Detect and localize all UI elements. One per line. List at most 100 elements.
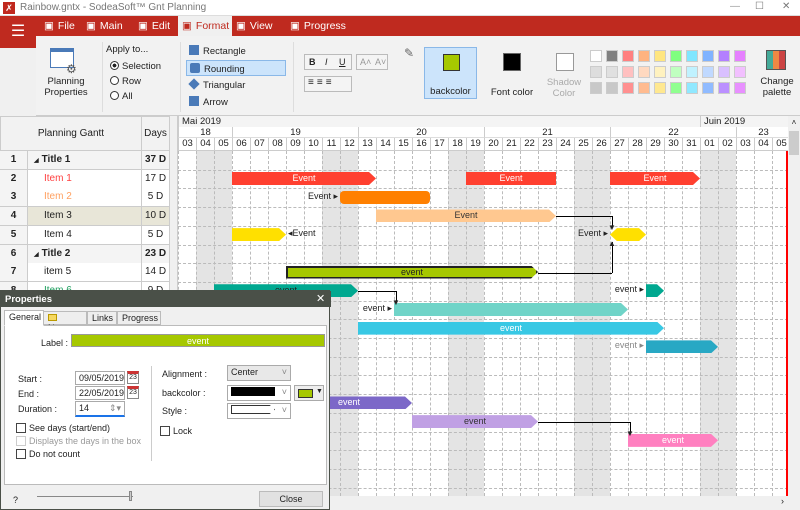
table-row[interactable]: 6 ◢ Title 2 23 D xyxy=(0,244,170,264)
palette-swatch[interactable] xyxy=(590,82,602,94)
palette-swatch[interactable] xyxy=(622,66,634,78)
task-bar[interactable] xyxy=(340,190,430,204)
calendar-icon[interactable]: 23 xyxy=(127,371,139,384)
grow-font-button[interactable]: A˄ xyxy=(360,57,371,67)
palette-swatch[interactable] xyxy=(590,66,602,78)
tab-format[interactable]: ▣ Format xyxy=(178,16,232,36)
palette-swatch[interactable] xyxy=(670,82,682,94)
palette-swatch[interactable] xyxy=(702,50,714,62)
close-window-button[interactable]: ✕ xyxy=(782,1,790,12)
tab-edit[interactable]: ▣ Edit xyxy=(134,16,176,36)
shape-rectangle-button[interactable]: Rectangle xyxy=(186,43,286,59)
link-line[interactable] xyxy=(556,216,612,218)
table-row[interactable]: 7 item 5 14 D xyxy=(0,263,170,283)
column-header-name[interactable]: Planning Gantt xyxy=(0,116,142,151)
palette-swatch[interactable] xyxy=(734,66,746,78)
bold-button[interactable]: B xyxy=(309,57,316,67)
task-bar[interactable]: event xyxy=(628,434,718,447)
tab-file[interactable]: ▣ File xyxy=(40,16,80,36)
link-line[interactable] xyxy=(538,422,630,424)
task-bar[interactable]: event xyxy=(358,322,664,335)
shape-triangular-button[interactable]: Triangular xyxy=(186,77,286,93)
palette-swatch[interactable] xyxy=(654,50,666,62)
help-button[interactable]: ? xyxy=(13,495,18,505)
displays-days-checkbox[interactable] xyxy=(16,436,26,446)
table-row[interactable]: 3 Item 2 5 D xyxy=(0,188,170,208)
opacity-slider[interactable] xyxy=(37,491,133,501)
start-date-input[interactable]: 09/05/2019 xyxy=(75,371,125,385)
palette-swatch[interactable] xyxy=(638,66,650,78)
palette-swatch[interactable] xyxy=(686,82,698,94)
calendar-icon[interactable]: 23 xyxy=(127,386,139,399)
palette-swatch[interactable] xyxy=(718,82,730,94)
palette-swatch[interactable] xyxy=(654,66,666,78)
change-palette-button[interactable]: Change palette xyxy=(754,76,800,98)
align-right-button[interactable]: ≡ xyxy=(326,77,335,88)
task-bar[interactable] xyxy=(394,303,628,316)
underline-button[interactable]: U xyxy=(339,57,346,67)
dialog-tab-general[interactable]: General xyxy=(4,310,44,326)
shadow-color-button[interactable]: Shadow Color xyxy=(542,47,586,99)
task-bar[interactable]: Event xyxy=(610,172,700,185)
minimize-button[interactable]: — xyxy=(730,1,740,12)
palette-swatch[interactable] xyxy=(606,82,618,94)
palette-swatch[interactable] xyxy=(638,50,650,62)
palette-swatch[interactable] xyxy=(734,82,746,94)
palette-swatch[interactable] xyxy=(622,82,634,94)
apply-row-radio[interactable]: Row xyxy=(110,76,141,87)
table-row[interactable]: 5 Item 4 5 D xyxy=(0,225,170,245)
task-bar[interactable]: Event xyxy=(466,172,556,186)
style-select[interactable]: ˅ xyxy=(227,403,291,419)
apply-all-radio[interactable]: All xyxy=(110,91,133,102)
align-left-button[interactable]: ≡ xyxy=(308,77,317,88)
shape-rounding-button[interactable]: Rounding xyxy=(186,60,286,76)
palette-swatch[interactable] xyxy=(606,50,618,62)
table-row[interactable]: 1 ◢ Title 1 37 D xyxy=(0,151,170,170)
tab-progress[interactable]: ▣ Progress xyxy=(286,16,348,36)
task-bar[interactable]: Event xyxy=(376,209,556,222)
shrink-font-button[interactable]: A˅ xyxy=(375,57,386,67)
task-bar[interactable] xyxy=(646,340,718,353)
link-line[interactable] xyxy=(538,272,612,274)
table-row[interactable]: 2 Item 1 17 D xyxy=(0,169,170,189)
task-bar[interactable]: event xyxy=(412,415,538,428)
palette-swatch[interactable] xyxy=(622,50,634,62)
palette-swatch[interactable] xyxy=(702,66,714,78)
palette-swatch[interactable] xyxy=(606,66,618,78)
task-bar[interactable]: Event xyxy=(232,172,376,185)
dialog-close-icon[interactable]: ✕ xyxy=(316,292,325,305)
dialog-tab-progress[interactable]: Progress xyxy=(117,311,161,325)
font-color-button[interactable]: Font color xyxy=(484,47,540,99)
label-input[interactable]: event xyxy=(71,334,325,347)
maximize-button[interactable]: ☐ xyxy=(755,1,764,12)
palette-swatch[interactable] xyxy=(590,50,602,62)
dialog-tab-links[interactable]: Links xyxy=(87,311,117,325)
palette-swatch[interactable] xyxy=(670,50,682,62)
palette-swatch[interactable] xyxy=(686,66,698,78)
column-header-days[interactable]: Days xyxy=(141,116,170,151)
collapse-icon[interactable]: ◢ xyxy=(34,158,39,164)
backcolor-picker-button[interactable]: ▼ xyxy=(294,385,324,401)
link-line[interactable] xyxy=(358,291,396,293)
palette-swatch[interactable] xyxy=(718,66,730,78)
apply-selection-radio[interactable]: Selection xyxy=(110,61,161,72)
format-painter-icon[interactable]: ✎ xyxy=(404,46,414,60)
planning-properties-button[interactable]: Planning Properties xyxy=(40,76,92,98)
shape-arrow-button[interactable]: Arrow xyxy=(186,94,286,110)
palette-swatch[interactable] xyxy=(718,50,730,62)
vertical-scrollbar[interactable]: ˄ xyxy=(788,116,800,496)
task-bar[interactable] xyxy=(232,228,286,241)
table-row[interactable]: 4 Item 3 10 D xyxy=(0,207,170,227)
duration-stepper[interactable]: 14 ⇕▾ xyxy=(75,401,125,417)
align-center-button[interactable]: ≡ xyxy=(317,77,326,88)
backcolor-button[interactable]: backcolor xyxy=(424,47,477,99)
lock-checkbox[interactable] xyxy=(160,426,170,436)
tab-main[interactable]: ▣ Main xyxy=(82,16,132,36)
palette-swatch[interactable] xyxy=(702,82,714,94)
tab-view[interactable]: ▣ View xyxy=(232,16,284,36)
task-bar[interactable]: event xyxy=(286,266,538,279)
do-not-count-checkbox[interactable] xyxy=(16,449,26,459)
palette-swatch[interactable] xyxy=(734,50,746,62)
alignment-select[interactable]: Center ˅ xyxy=(227,365,291,381)
see-days-checkbox[interactable] xyxy=(16,423,26,433)
